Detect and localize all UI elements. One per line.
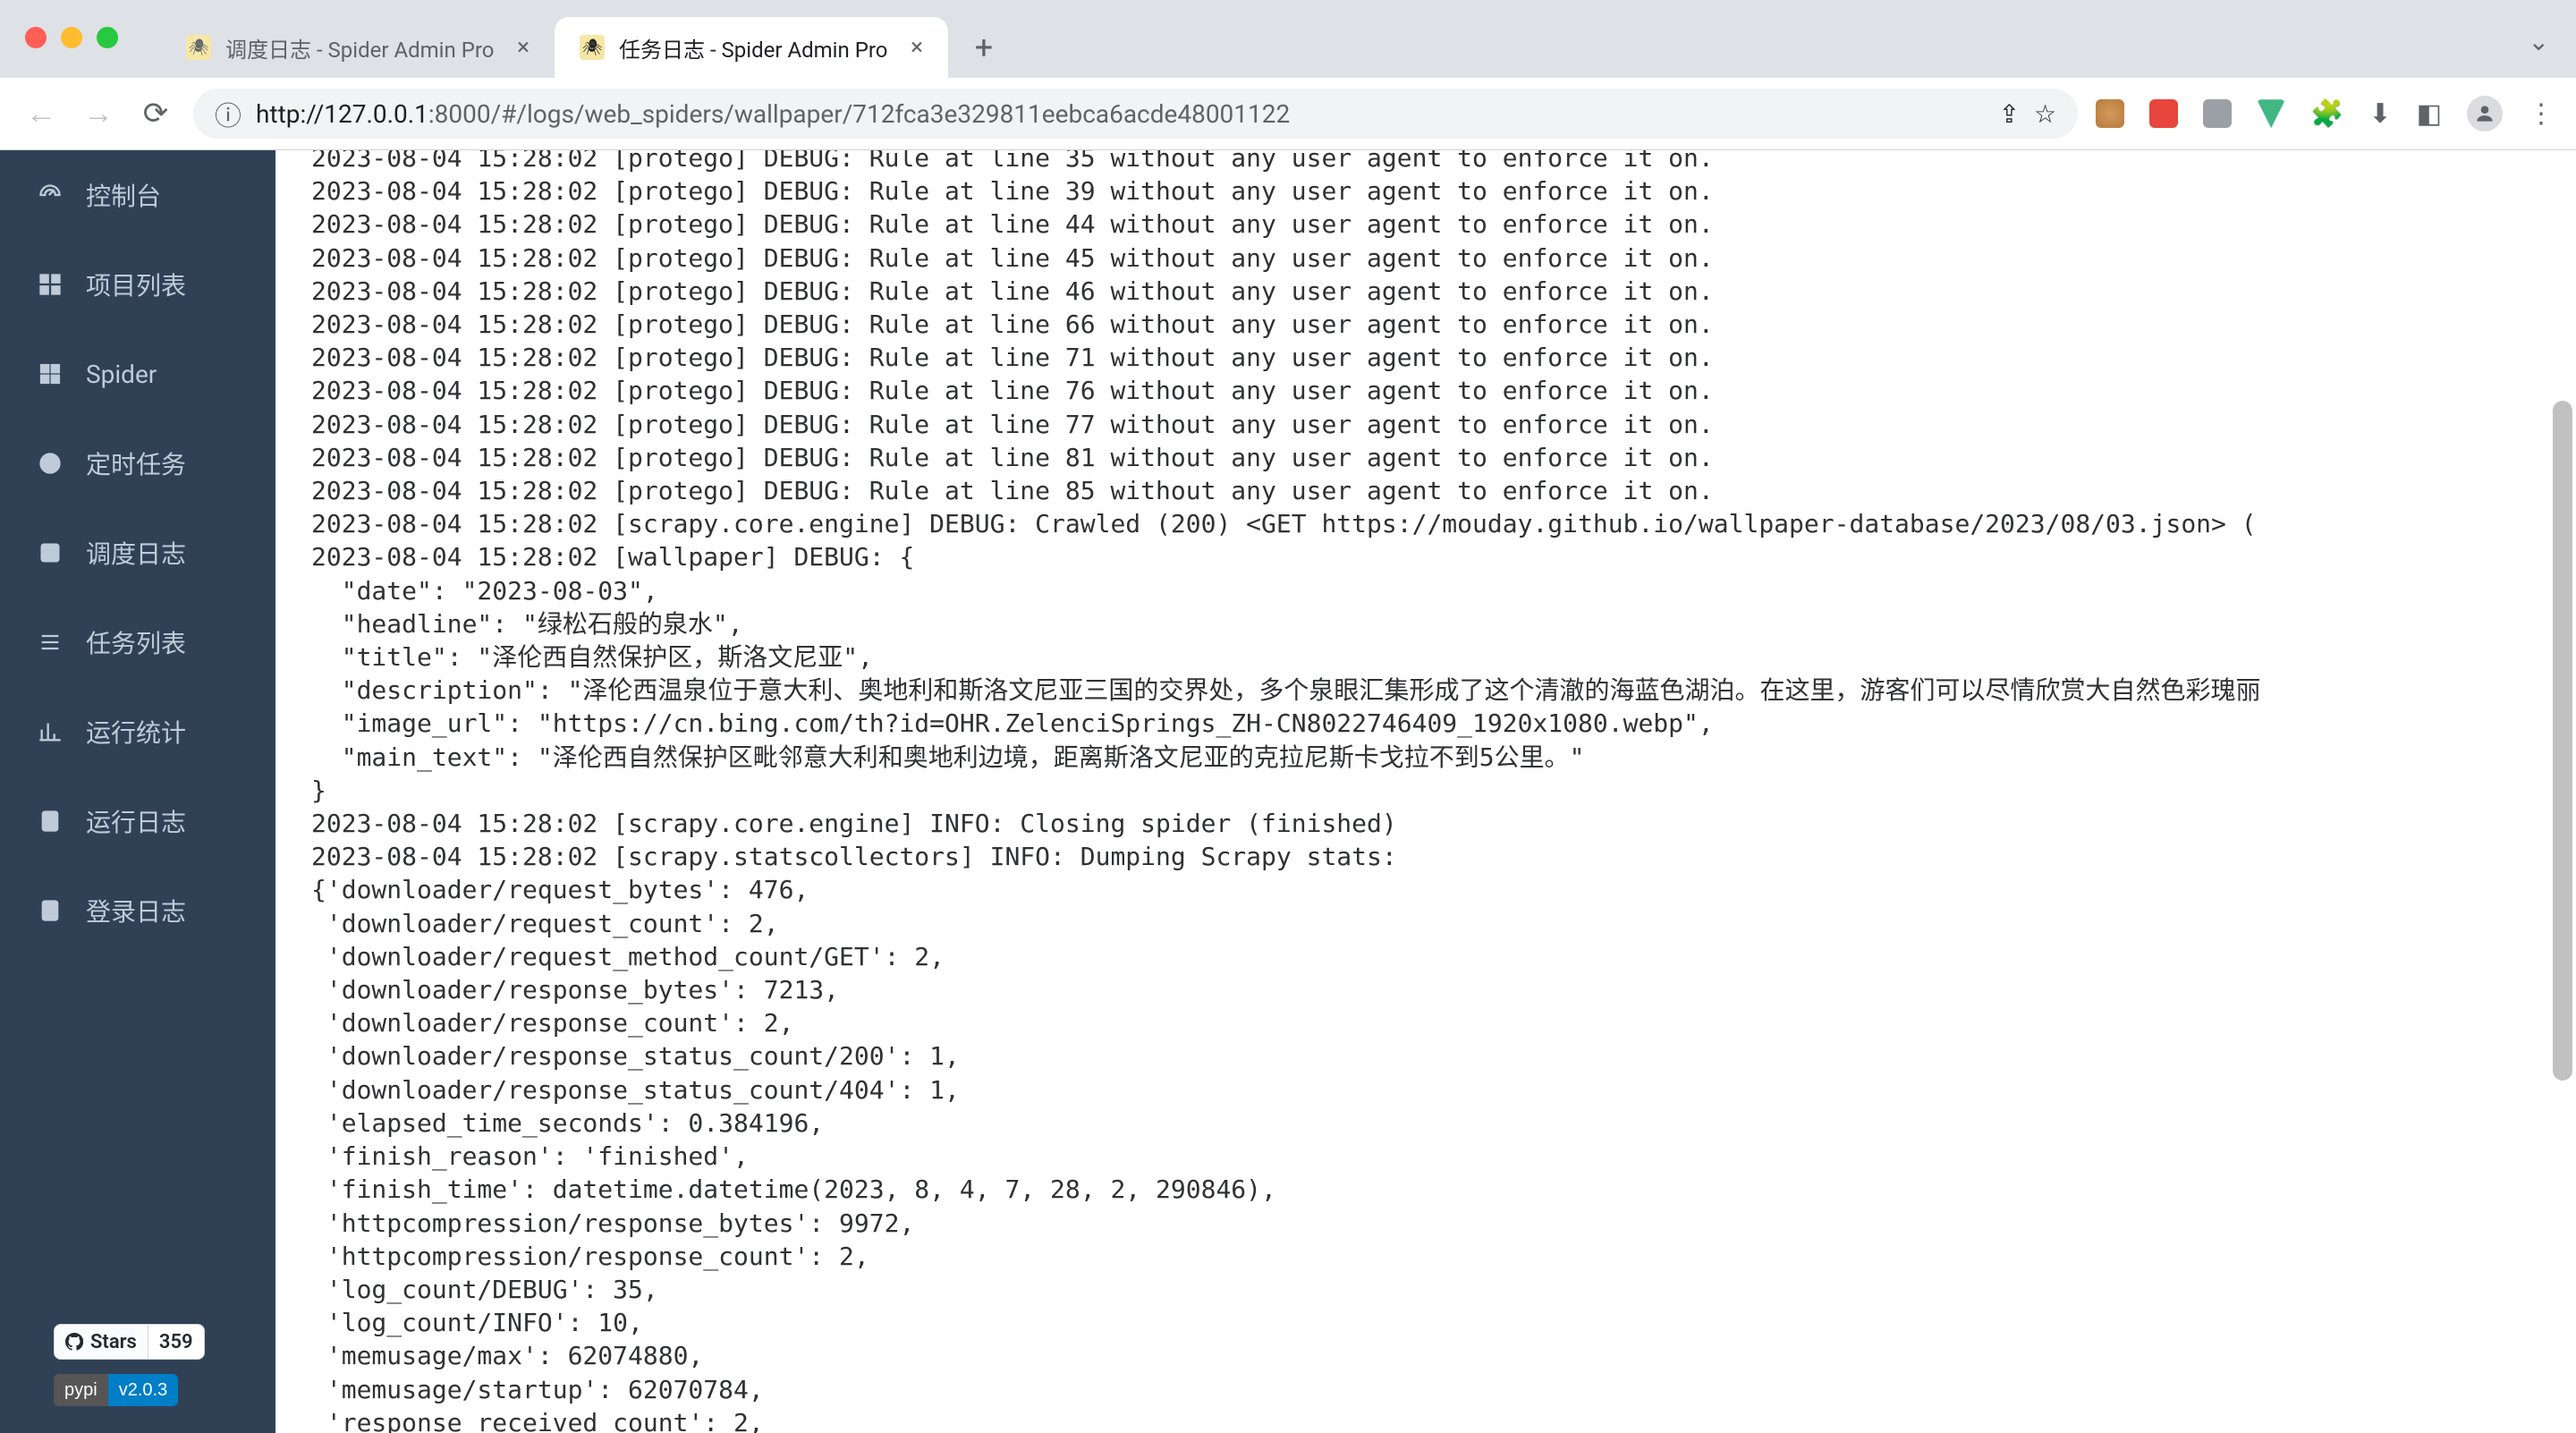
browser-tab-1[interactable]: 🕷 任务日志 - Spider Admin Pro × <box>555 17 948 78</box>
sidebar-item-label: 运行统计 <box>86 714 186 750</box>
dashboard-icon <box>36 181 64 209</box>
sidebar-item-label: 运行日志 <box>86 803 186 839</box>
extension-cookie-icon[interactable] <box>2096 99 2124 128</box>
sidebar-item-dashboard[interactable]: 控制台 <box>0 150 275 240</box>
tab-bar: 🕷 调度日志 - Spider Admin Pro × 🕷 任务日志 - Spi… <box>0 0 2576 78</box>
sidebar-item-projects[interactable]: 项目列表 <box>0 240 275 329</box>
reload-button[interactable]: ⟳ <box>136 94 175 133</box>
schedule-log-icon <box>36 538 64 567</box>
downloads-icon[interactable]: ⬇ <box>2369 98 2392 130</box>
traffic-lights <box>25 27 118 48</box>
pypi-version-badge[interactable]: pypi v2.0.3 <box>54 1374 178 1406</box>
sidebar-item-stats[interactable]: 运行统计 <box>0 687 275 776</box>
sidebar-item-label: 调度日志 <box>86 535 186 571</box>
sidebar: 控制台 项目列表 Spider 定时任务 调度日志 任务列表 运行统计 运行日 <box>0 150 275 1433</box>
window-expand-icon[interactable]: ⌄ <box>2529 27 2549 56</box>
tab-title: 任务日志 - Spider Admin Pro <box>619 32 896 64</box>
tab-close-icon[interactable]: × <box>517 34 530 61</box>
browser-chrome: 🕷 调度日志 - Spider Admin Pro × 🕷 任务日志 - Spi… <box>0 0 2576 150</box>
bookmark-icon[interactable]: ☆ <box>2034 99 2056 129</box>
site-info-icon[interactable]: ⓘ <box>215 94 242 133</box>
github-count: 359 <box>148 1325 204 1359</box>
tab-title: 调度日志 - Spider Admin Pro <box>225 32 503 64</box>
sidebar-item-spider[interactable]: Spider <box>0 329 275 419</box>
extension-red-icon[interactable] <box>2149 99 2178 128</box>
sidebar-item-cron[interactable]: 定时任务 <box>0 419 275 508</box>
sidepanel-icon[interactable]: ◧ <box>2417 98 2442 130</box>
sidebar-item-run-log[interactable]: 运行日志 <box>0 776 275 866</box>
log-output[interactable]: 2023-08-04 15:28:02 [protego] DEBUG: Rul… <box>275 150 2576 1433</box>
github-label: Stars <box>90 1331 137 1353</box>
content-area: 2023-08-04 15:28:02 [protego] DEBUG: Rul… <box>275 150 2576 1433</box>
pypi-version: v2.0.3 <box>108 1374 178 1406</box>
toolbar-actions: 🧩 ⬇ ◧ ⋮ <box>2096 96 2555 131</box>
url-bar[interactable]: ⓘ http://127.0.0.1:8000/#/logs/web_spide… <box>193 89 2078 139</box>
run-log-icon <box>36 807 64 835</box>
new-tab-button[interactable]: + <box>959 22 1009 72</box>
login-log-icon <box>36 896 64 925</box>
window-close-button[interactable] <box>25 27 47 48</box>
extension-camera-icon[interactable] <box>2203 99 2232 128</box>
extensions-icon[interactable]: 🧩 <box>2310 98 2343 130</box>
sidebar-item-schedule-log[interactable]: 调度日志 <box>0 508 275 598</box>
app: 控制台 项目列表 Spider 定时任务 调度日志 任务列表 运行统计 运行日 <box>0 150 2576 1433</box>
browser-tab-0[interactable]: 🕷 调度日志 - Spider Admin Pro × <box>161 17 555 78</box>
sidebar-item-label: 登录日志 <box>86 893 186 928</box>
tabs: 🕷 调度日志 - Spider Admin Pro × 🕷 任务日志 - Spi… <box>161 0 1009 78</box>
sidebar-item-label: 项目列表 <box>86 267 186 302</box>
sidebar-item-label: 控制台 <box>86 177 161 213</box>
pypi-label: pypi <box>54 1374 108 1406</box>
window-minimize-button[interactable] <box>61 27 82 48</box>
forward-button[interactable]: → <box>79 94 118 133</box>
github-stars-badge[interactable]: Stars 359 <box>54 1324 205 1360</box>
sidebar-item-label: 任务列表 <box>86 624 186 660</box>
back-button[interactable]: ← <box>21 94 61 133</box>
sidebar-item-login-log[interactable]: 登录日志 <box>0 866 275 955</box>
extension-vue-icon[interactable] <box>2257 99 2285 128</box>
scrollbar-thumb[interactable] <box>2553 401 2572 1081</box>
sidebar-item-task-list[interactable]: 任务列表 <box>0 598 275 687</box>
profile-avatar[interactable] <box>2467 96 2503 131</box>
menu-icon[interactable]: ⋮ <box>2528 98 2555 130</box>
favicon-icon: 🕷 <box>186 35 211 60</box>
tiles-icon <box>36 360 64 388</box>
favicon-icon: 🕷 <box>580 35 605 60</box>
sidebar-item-label: 定时任务 <box>86 445 186 481</box>
window-maximize-button[interactable] <box>97 27 118 48</box>
stats-icon <box>36 717 64 746</box>
toolbar: ← → ⟳ ⓘ http://127.0.0.1:8000/#/logs/web… <box>0 78 2576 149</box>
sidebar-item-label: Spider <box>86 360 157 389</box>
url-text: http://127.0.0.1:8000/#/logs/web_spiders… <box>256 99 1985 129</box>
clock-icon <box>36 449 64 478</box>
grid-icon <box>36 270 64 299</box>
sidebar-badges: Stars 359 pypi v2.0.3 <box>54 1324 205 1406</box>
list-icon <box>36 628 64 657</box>
share-icon[interactable]: ⇪ <box>1999 99 2020 129</box>
tab-close-icon[interactable]: × <box>911 34 923 61</box>
scrollbar-track[interactable] <box>2549 150 2576 1433</box>
